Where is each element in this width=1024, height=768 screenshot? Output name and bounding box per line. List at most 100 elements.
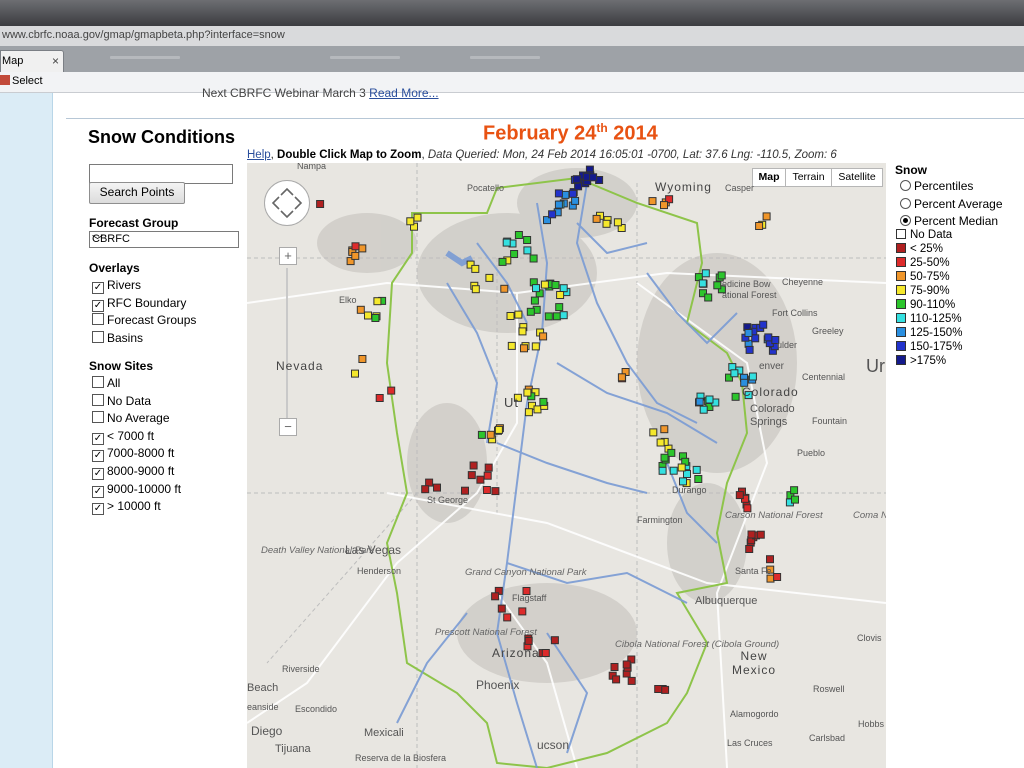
snow-site-marker[interactable] (433, 483, 441, 492)
checkbox-icon[interactable] (92, 393, 104, 406)
checkbox-icon[interactable] (92, 376, 104, 388)
legend-mode-radio-2[interactable]: Percent Median (900, 214, 998, 228)
snow-site-marker[interactable] (514, 310, 523, 319)
snow-site-marker[interactable] (677, 463, 686, 472)
snow-site-marker[interactable] (498, 257, 507, 266)
snow-site-marker[interactable] (482, 486, 491, 494)
snow-site-marker[interactable] (683, 470, 691, 478)
snow-site-marker[interactable] (371, 314, 380, 322)
snow-site-marker[interactable] (507, 341, 516, 350)
legend-mode-radio-0[interactable]: Percentiles (900, 179, 973, 193)
snow-site-marker[interactable] (764, 333, 773, 342)
snow-site-marker[interactable] (617, 373, 626, 382)
snow-site-marker[interactable] (660, 201, 668, 210)
snow-site-marker[interactable] (717, 271, 726, 280)
zoom-out-button[interactable]: − (279, 418, 297, 436)
zoom-in-button[interactable]: + (279, 247, 297, 265)
snow-site-marker[interactable] (744, 329, 753, 337)
snow-site-marker[interactable] (756, 530, 765, 539)
map-type-map-button[interactable]: Map (752, 168, 786, 187)
snow-site-checkbox-1[interactable]: No Data (92, 393, 151, 408)
select-command[interactable]: Select (0, 75, 43, 87)
snow-site-marker[interactable] (713, 281, 722, 290)
snow-site-marker[interactable] (658, 466, 667, 475)
snow-site-marker[interactable] (471, 285, 480, 294)
snow-site-checkbox-2[interactable]: No Average (92, 411, 170, 425)
snow-site-marker[interactable] (698, 279, 707, 288)
radio-icon[interactable] (900, 180, 911, 191)
snow-site-marker[interactable] (461, 486, 469, 495)
snow-site-marker[interactable] (656, 438, 665, 447)
snow-site-marker[interactable] (484, 463, 493, 472)
snow-site-marker[interactable] (554, 189, 563, 198)
snow-site-marker[interactable] (523, 388, 532, 397)
snow-site-marker[interactable] (532, 284, 540, 293)
snow-site-marker[interactable] (491, 592, 500, 601)
forecast-group-select[interactable]: CBRFC ﹀ (89, 231, 239, 248)
snow-site-marker[interactable] (551, 281, 560, 289)
checkbox-icon[interactable]: ✓ (92, 432, 104, 445)
snow-site-marker[interactable] (649, 428, 658, 437)
snow-site-marker[interactable] (364, 311, 372, 320)
snow-site-marker[interactable] (506, 312, 515, 320)
radio-icon[interactable] (900, 197, 911, 209)
snow-site-marker[interactable] (541, 649, 550, 657)
overlay-checkbox-0[interactable]: ✓ Rivers (92, 278, 141, 294)
address-url[interactable]: www.cbrfc.noaa.gov/gmap/gmapbeta.php?int… (2, 29, 285, 41)
snow-site-marker[interactable] (572, 175, 581, 184)
snow-site-marker[interactable] (351, 369, 359, 378)
snow-site-marker[interactable] (679, 477, 687, 486)
snow-site-marker[interactable] (701, 269, 710, 278)
snow-site-marker[interactable] (469, 461, 478, 470)
snow-site-marker[interactable] (610, 663, 619, 671)
checkbox-icon[interactable] (92, 313, 104, 326)
snow-site-marker[interactable] (548, 210, 557, 219)
snow-site-marker[interactable] (503, 613, 512, 622)
snow-site-marker[interactable] (669, 466, 678, 475)
snow-site-marker[interactable] (622, 660, 631, 669)
snow-site-marker[interactable] (373, 297, 382, 306)
snow-site-marker[interactable] (613, 218, 622, 227)
snow-site-marker[interactable] (539, 397, 548, 406)
snow-site-marker[interactable] (514, 231, 523, 239)
snow-site-marker[interactable] (500, 284, 509, 293)
snow-site-marker[interactable] (523, 246, 532, 255)
snow-site-marker[interactable] (612, 675, 621, 684)
snow-site-marker[interactable] (540, 280, 549, 289)
snow-site-marker[interactable] (699, 405, 708, 414)
snow-site-marker[interactable] (518, 327, 527, 336)
snow-site-marker[interactable] (544, 312, 553, 321)
snow-site-marker[interactable] (745, 345, 754, 354)
checkbox-icon[interactable]: ✓ (92, 299, 104, 312)
snow-site-marker[interactable] (529, 254, 538, 263)
snow-site-marker[interactable] (660, 425, 669, 434)
address-bar[interactable]: www.cbrfc.noaa.gov/gmap/gmapbeta.php?int… (0, 26, 1024, 47)
snow-site-marker[interactable] (589, 173, 598, 182)
snow-site-checkbox-5[interactable]: ✓ 8000-9000 ft (92, 464, 174, 480)
checkbox-icon[interactable]: ✓ (92, 450, 104, 463)
tab-map[interactable]: Map × (0, 50, 64, 73)
snow-site-marker[interactable] (755, 222, 764, 230)
snow-site-marker[interactable] (692, 465, 701, 474)
overlay-checkbox-1[interactable]: ✓ RFC Boundary (92, 296, 186, 312)
snow-site-marker[interactable] (762, 212, 771, 221)
snow-site-marker[interactable] (704, 293, 713, 302)
snow-site-marker[interactable] (524, 408, 533, 417)
snow-site-marker[interactable] (730, 369, 739, 378)
overlay-checkbox-3[interactable]: Basins (92, 330, 143, 345)
snow-site-marker[interactable] (476, 475, 485, 484)
snow-site-marker[interactable] (520, 344, 528, 353)
snow-site-marker[interactable] (751, 334, 760, 343)
snow-site-marker[interactable] (533, 405, 542, 414)
checkbox-icon[interactable]: ✓ (92, 282, 104, 294)
snow-site-marker[interactable] (413, 213, 422, 222)
snow-site-marker[interactable] (791, 495, 799, 504)
snow-site-marker[interactable] (494, 425, 503, 434)
snow-site-marker[interactable] (358, 355, 367, 363)
snow-site-marker[interactable] (745, 545, 754, 553)
snow-site-marker[interactable] (559, 311, 568, 320)
snow-site-marker[interactable] (477, 430, 486, 439)
snow-site-marker[interactable] (510, 250, 519, 258)
snow-site-marker[interactable] (667, 448, 676, 457)
snow-site-marker[interactable] (561, 190, 570, 199)
